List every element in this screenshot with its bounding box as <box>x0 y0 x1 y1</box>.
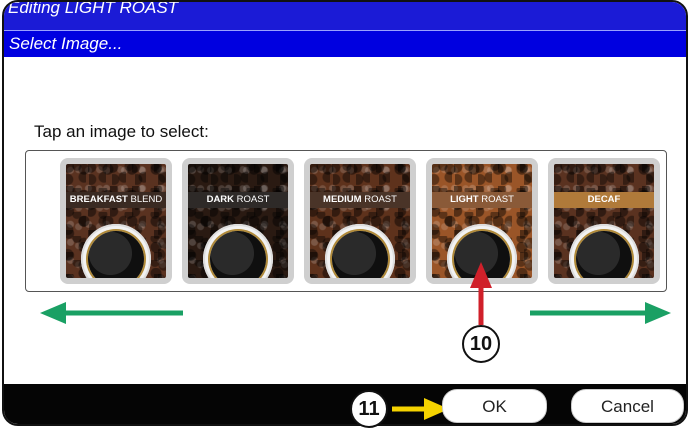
ok-button[interactable]: OK <box>442 389 547 423</box>
callout-11: 11 <box>350 390 388 428</box>
pointer-arrow-icon <box>392 398 449 420</box>
scroll-right-arrow-icon[interactable] <box>530 302 671 324</box>
pointer-arrow-icon <box>470 262 492 325</box>
annotation-overlay <box>40 262 671 420</box>
scroll-left-arrow-icon[interactable] <box>40 302 183 324</box>
callout-10: 10 <box>462 325 500 363</box>
cancel-button[interactable]: Cancel <box>571 389 684 423</box>
